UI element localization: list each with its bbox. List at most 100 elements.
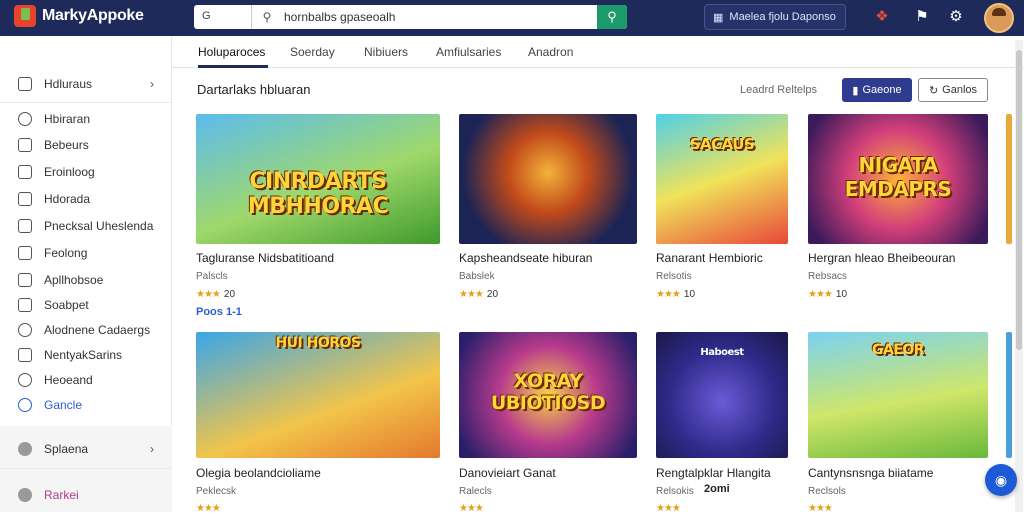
gift-icon[interactable]: ❖ (872, 7, 892, 27)
tag-icon (18, 219, 32, 233)
promo-button[interactable]: ▦ Maelea fjolu Daponso (704, 4, 846, 30)
rating-count: 10 (683, 289, 696, 300)
clock-icon (18, 373, 32, 387)
tab-4[interactable]: Anadron (528, 45, 573, 59)
tab-2[interactable]: Nibiuers (364, 45, 408, 59)
sidebar-item-10[interactable]: NentyakSarins (0, 343, 172, 367)
sidebar-footer-link[interactable]: Rarkei (0, 483, 172, 507)
game-thumbnail-partial[interactable] (1006, 114, 1012, 244)
app-logo[interactable]: MarkyAppoke (14, 5, 144, 27)
notification-bell-icon[interactable]: ⚑ (912, 7, 932, 27)
thumbnail-logo-text: NIGATA EMDAPRS (844, 153, 952, 201)
card-title[interactable]: Kapsheandseate hiburan (459, 251, 592, 265)
tab-1[interactable]: Soerday (290, 45, 335, 59)
divider (0, 468, 172, 469)
primary-button[interactable]: ▮ Gaeone (842, 78, 912, 102)
help-icon (18, 398, 32, 412)
tab-3[interactable]: Amfiulsaries (436, 45, 501, 59)
play-icon (18, 165, 32, 179)
sidebar: Hdluraus › Hbiraran Bebeurs Eroinloog Hd… (0, 36, 172, 512)
sidebar-item-5[interactable]: Pnecksal Uheslenda (0, 214, 172, 238)
card-title[interactable]: Rengtalpklar Hlangita (656, 466, 771, 480)
sidebar-item-11[interactable]: Heoeand (0, 368, 172, 392)
card-price[interactable]: Poos 1-1 (196, 306, 242, 318)
sidebar-item-label: NentyakSarins (44, 348, 123, 362)
game-thumbnail[interactable]: HUI HOROS (196, 332, 440, 458)
sidebar-item-label: Alodnene Cadaergs (44, 323, 151, 337)
rating-count: 20 (486, 289, 499, 300)
card-price: 2omi (704, 483, 730, 495)
search-input[interactable] (276, 5, 597, 29)
card-title[interactable]: Hergran hleao Bheibeouran (808, 251, 955, 265)
sidebar-item-label: Hdluraus (44, 77, 93, 91)
sidebar-item-12[interactable]: Gancle (0, 393, 172, 417)
game-thumbnail[interactable] (459, 114, 637, 244)
search-icon: ⚲ (262, 10, 272, 24)
circle-icon (18, 323, 32, 337)
sidebar-item-label: Gancle (44, 398, 83, 412)
card-subtitle: Reclsols (808, 486, 846, 497)
thumbnail-logo-text: HUI HOROS (275, 334, 361, 351)
sidebar-item-8[interactable]: Soabpet (0, 293, 172, 317)
user-avatar[interactable] (984, 3, 1014, 33)
game-thumbnail[interactable]: Haboest (656, 332, 788, 458)
game-thumbnail[interactable]: NIGATA EMDAPRS (808, 114, 988, 244)
grid-icon: ▦ (713, 11, 724, 24)
star-rating-icon: ★★★ (656, 289, 681, 300)
chat-fab[interactable]: ◉ (985, 464, 1017, 496)
sidebar-item-label: Heoeand (44, 373, 93, 387)
game-thumbnail-partial[interactable] (1006, 332, 1012, 458)
sidebar-item-0[interactable]: Hdluraus › (0, 72, 172, 96)
sidebar-item-7[interactable]: Apllhobsoe (0, 268, 172, 292)
sidebar-item-2[interactable]: Bebeurs (0, 133, 172, 157)
card-title[interactable]: Olegia beolandcioliame (196, 466, 321, 480)
game-thumbnail[interactable]: GAEOR (808, 332, 988, 458)
sidebar-section-toggle[interactable]: Splaena › (0, 437, 172, 461)
card-subtitle: Babslek (459, 271, 495, 282)
sidebar-item-3[interactable]: Eroinloog (0, 160, 172, 184)
card-rating: ★★★ 10 (656, 289, 695, 300)
thumbnail-logo-text: GAEOR (871, 342, 925, 359)
card-subtitle: Ralecls (459, 486, 492, 497)
bookmark-icon: ▮ (852, 84, 859, 97)
star-rating-icon: ★★★ (808, 503, 833, 514)
scrollbar-thumb[interactable] (1016, 50, 1022, 350)
card-title[interactable]: Ranarant Hembioric (656, 251, 763, 265)
secondary-button[interactable]: ↻ Ganlos (918, 78, 988, 102)
card-title[interactable]: Cantynsnsnga biiatame (808, 466, 933, 480)
game-thumbnail[interactable]: CINRDARTS MBHHORAC (196, 114, 440, 244)
card-rating: ★★★ 10 (808, 289, 847, 300)
game-thumbnail[interactable]: SACAUS (656, 114, 788, 244)
search-scope-select[interactable]: G (194, 5, 252, 29)
card-rating: ★★★ 20 (459, 289, 498, 300)
rating-count: 10 (835, 289, 848, 300)
gear-icon[interactable]: ⚙ (946, 7, 966, 27)
apps-icon (18, 273, 32, 287)
play-circle-icon (18, 442, 32, 456)
sidebar-item-6[interactable]: Feolong (0, 241, 172, 265)
thumbnail-logo-text: Haboest (700, 347, 744, 359)
tab-0[interactable]: Holuparoces (198, 45, 265, 59)
thumbnail-logo-text: CINRDARTS MBHHORAC (247, 168, 389, 219)
star-rating-icon: ★★★ (196, 289, 221, 300)
card-subtitle: Peklecsk (196, 486, 237, 497)
document-icon (18, 138, 32, 152)
sidebar-item-4[interactable]: Hdorada (0, 187, 172, 211)
card-rating: ★★★ (808, 503, 836, 514)
card-title[interactable]: Tagluranse Nidsbatitioand (196, 251, 334, 265)
card-title[interactable]: Danovieiart Ganat (459, 466, 556, 480)
feed-icon (18, 246, 32, 260)
search-button[interactable]: ⚲ (597, 5, 627, 29)
sidebar-item-9[interactable]: Alodnene Cadaergs (0, 318, 172, 342)
sidebar-item-label: Soabpet (44, 298, 89, 312)
sidebar-item-label: Apllhobsoe (44, 273, 104, 287)
sidebar-item-label: Hbiraran (44, 112, 91, 126)
search-button-icon: ⚲ (607, 9, 617, 24)
secondary-button-label: Ganlos (942, 84, 978, 96)
page-scrollbar[interactable] (1015, 40, 1023, 512)
card-subtitle: Palscls (196, 271, 228, 282)
star-rating-icon: ★★★ (808, 289, 833, 300)
sort-link[interactable]: Leadrd Reltelps (740, 84, 817, 96)
game-thumbnail[interactable]: XORAY UBIOTIOSD (459, 332, 637, 458)
sidebar-item-1[interactable]: Hbiraran (0, 107, 172, 131)
